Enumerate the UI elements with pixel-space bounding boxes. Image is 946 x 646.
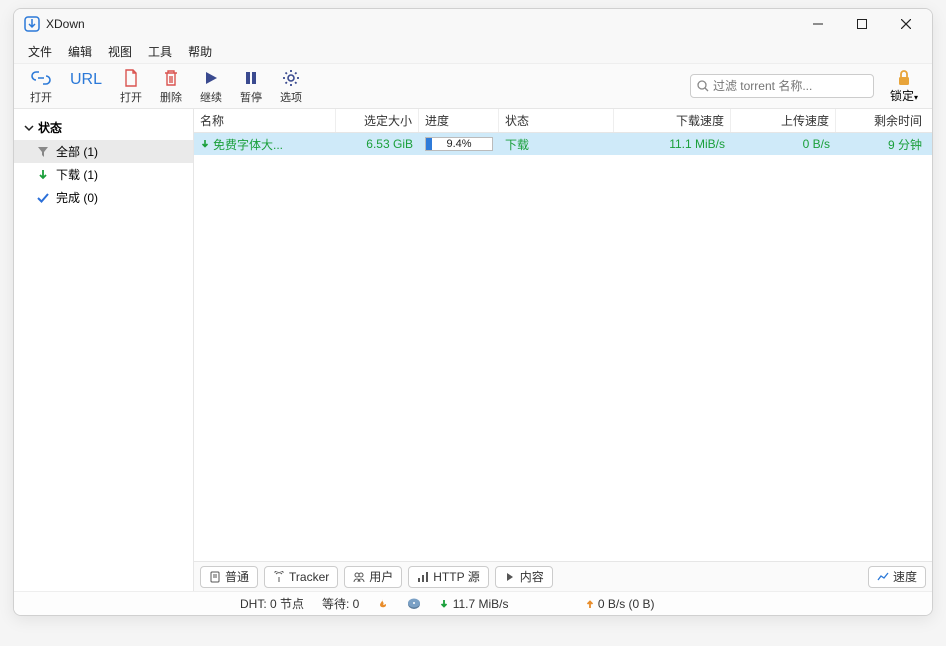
menu-tools[interactable]: 工具: [140, 40, 180, 63]
sidebar-item-label: 全部 (1): [56, 143, 98, 160]
sidebar-header[interactable]: 状态: [14, 117, 193, 140]
toolbar-open-link[interactable]: 打开: [22, 66, 60, 107]
col-ulspeed[interactable]: 上传速度: [731, 109, 836, 132]
toolbar-url[interactable]: URL .: [62, 68, 110, 105]
toolbar-lock[interactable]: 锁定▾: [884, 67, 924, 106]
body: 状态 全部 (1) 下载 (1) 完成 (0) 名称 选定大小 进度 状态: [14, 109, 932, 591]
tab-tracker[interactable]: Tracker: [264, 566, 338, 588]
flame-icon: [377, 598, 389, 610]
toolbar: 打开 URL . 打开 删除 继续 暂停 选项: [14, 63, 932, 109]
document-icon: [209, 571, 221, 583]
table-row[interactable]: 免费字体大... 6.53 GiB 9.4% 下载 11.1 MiB/s 0 B…: [194, 133, 932, 155]
toolbar-options-label: 选项: [280, 89, 302, 105]
toolbar-pause-label: 暂停: [240, 89, 262, 105]
cell-eta: 9 分钟: [836, 136, 932, 153]
tab-users[interactable]: 用户: [344, 566, 402, 588]
trash-icon: [163, 68, 179, 88]
toolbar-open-file-label: 打开: [120, 89, 142, 105]
tab-general[interactable]: 普通: [200, 566, 258, 588]
sidebar-header-label: 状态: [38, 119, 62, 136]
cell-ulspeed: 0 B/s: [731, 137, 836, 151]
play-icon: [203, 68, 219, 88]
progress-text: 9.4%: [446, 138, 471, 150]
download-icon: [36, 169, 50, 181]
sidebar: 状态 全部 (1) 下载 (1) 完成 (0): [14, 109, 194, 591]
toolbar-open-file[interactable]: 打开: [112, 66, 150, 107]
url-icon: URL: [70, 70, 102, 90]
search-input[interactable]: [713, 79, 868, 93]
download-icon: [200, 139, 210, 149]
app-icon: [24, 16, 40, 32]
maximize-button[interactable]: [840, 9, 884, 39]
cell-size: 6.53 GiB: [336, 137, 419, 151]
menu-view[interactable]: 视图: [100, 40, 140, 63]
arrow-right-icon: [504, 571, 516, 583]
col-dlspeed[interactable]: 下载速度: [614, 109, 731, 132]
toolbar-options[interactable]: 选项: [272, 66, 310, 107]
search-icon: [697, 80, 709, 92]
funnel-icon: [36, 146, 50, 158]
sidebar-item-label: 下载 (1): [56, 166, 98, 183]
tab-http[interactable]: HTTP 源: [408, 566, 488, 588]
link-icon: [31, 68, 51, 88]
toolbar-resume[interactable]: 继续: [192, 66, 230, 107]
menu-edit[interactable]: 编辑: [60, 40, 100, 63]
toolbar-pause[interactable]: 暂停: [232, 66, 270, 107]
toolbar-open-link-label: 打开: [30, 89, 52, 105]
app-title: XDown: [46, 17, 85, 31]
file-icon: [123, 68, 139, 88]
gear-icon: [282, 68, 300, 88]
table-body: 免费字体大... 6.53 GiB 9.4% 下载 11.1 MiB/s 0 B…: [194, 133, 932, 561]
lock-icon: [895, 69, 913, 87]
sidebar-item-downloading[interactable]: 下载 (1): [14, 163, 193, 186]
users-icon: [353, 571, 365, 583]
menu-file[interactable]: 文件: [20, 40, 60, 63]
chart-icon: [877, 571, 889, 583]
close-button[interactable]: [884, 9, 928, 39]
col-eta[interactable]: 剩余时间: [836, 109, 932, 132]
bars-icon: [417, 571, 429, 583]
titlebar: XDown: [14, 9, 932, 39]
sidebar-item-label: 完成 (0): [56, 189, 98, 206]
progress-bar: 9.4%: [425, 137, 493, 151]
col-status[interactable]: 状态: [499, 109, 614, 132]
check-icon: [36, 192, 50, 204]
table-header: 名称 选定大小 进度 状态 下载速度 上传速度 剩余时间: [194, 109, 932, 133]
cell-status: 下载: [499, 136, 614, 153]
menubar: 文件 编辑 视图 工具 帮助: [14, 39, 932, 63]
disk-icon: [407, 598, 421, 610]
app-window: XDown 文件 编辑 视图 工具 帮助 打开 URL . 打开 删除: [13, 8, 933, 616]
chevron-down-icon: [24, 123, 34, 133]
tab-content[interactable]: 内容: [495, 566, 553, 588]
col-progress[interactable]: 进度: [419, 109, 499, 132]
menu-help[interactable]: 帮助: [180, 40, 220, 63]
cell-progress: 9.4%: [419, 137, 499, 151]
status-dlspeed: 11.7 MiB/s: [439, 597, 508, 611]
main: 名称 选定大小 进度 状态 下载速度 上传速度 剩余时间 免费字体大... 6.…: [194, 109, 932, 591]
search-box[interactable]: [690, 74, 874, 98]
toolbar-delete-label: 删除: [160, 89, 182, 105]
sidebar-item-completed[interactable]: 完成 (0): [14, 186, 193, 209]
statusbar: DHT: 0 节点 等待: 0 11.7 MiB/s 0 B/s (0 B): [14, 591, 932, 615]
toolbar-lock-label: 锁定▾: [890, 87, 918, 104]
status-ulspeed: 0 B/s (0 B): [585, 597, 655, 611]
detail-tabbar: 普通 Tracker 用户 HTTP 源 内容: [194, 561, 932, 591]
cell-dlspeed: 11.1 MiB/s: [614, 137, 731, 151]
status-waiting: 等待: 0: [322, 595, 359, 612]
minimize-button[interactable]: [796, 9, 840, 39]
sidebar-item-all[interactable]: 全部 (1): [14, 140, 193, 163]
status-dht: DHT: 0 节点: [240, 595, 304, 612]
col-name[interactable]: 名称: [194, 109, 336, 132]
toolbar-resume-label: 继续: [200, 89, 222, 105]
pause-icon: [243, 68, 259, 88]
col-size[interactable]: 选定大小: [336, 109, 419, 132]
cell-name: 免费字体大...: [194, 136, 336, 153]
tab-speed[interactable]: 速度: [868, 566, 926, 588]
toolbar-delete[interactable]: 删除: [152, 66, 190, 107]
antenna-icon: [273, 571, 285, 583]
